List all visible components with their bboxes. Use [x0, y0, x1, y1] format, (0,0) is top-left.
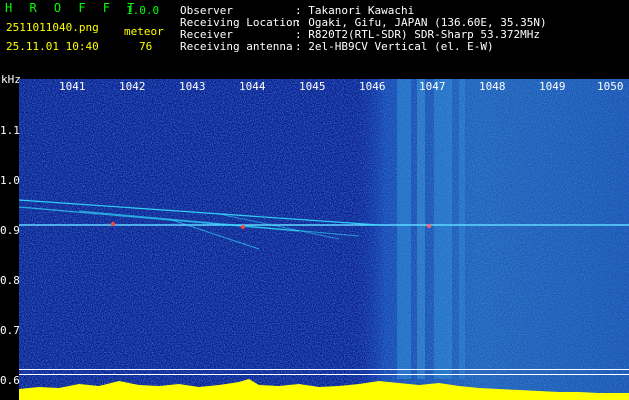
bright-column: [459, 79, 465, 379]
meteor-count: 76: [139, 40, 153, 53]
y-tick-1-1: 1.1: [0, 124, 20, 137]
x-tick-1044: 1044: [239, 80, 266, 93]
y-tick-1-0: 1.0: [0, 174, 20, 187]
x-tick-1049: 1049: [539, 80, 566, 93]
x-tick-1047: 1047: [419, 80, 446, 93]
x-tick-1050: 1050: [597, 80, 624, 93]
filename: 2511011040.png: [6, 21, 99, 34]
y-tick-0-8: 0.8: [0, 274, 20, 287]
app-title: H R O F F T: [5, 1, 140, 15]
app-version: 1.0.0: [126, 4, 160, 17]
antenna-label: Receiving antenna: [180, 40, 293, 53]
antenna-value: : 2el-HB9CV Vertical (el. E-W): [295, 40, 494, 53]
meteor-hotspot: [241, 225, 245, 229]
y-tick-0-7: 0.7: [0, 324, 20, 337]
bright-column: [434, 79, 452, 379]
level-divider: [19, 374, 629, 375]
x-tick-1043: 1043: [179, 80, 206, 93]
noise-band: [19, 79, 629, 400]
y-tick-0-6: 0.6: [0, 374, 20, 387]
x-tick-1046: 1046: [359, 80, 386, 93]
x-tick-1042: 1042: [119, 80, 146, 93]
bright-column: [397, 79, 411, 379]
bright-column: [417, 79, 425, 379]
x-tick-1045: 1045: [299, 80, 326, 93]
datetime: 25.11.01 10:40: [6, 40, 99, 53]
meteor-label: meteor: [124, 25, 164, 38]
spectrogram: [19, 79, 629, 400]
y-tick-0-9: 0.9: [0, 224, 20, 237]
meteor-hotspot: [427, 224, 431, 228]
level-divider: [19, 369, 629, 370]
x-tick-1041: 1041: [59, 80, 86, 93]
spectrogram-svg: [19, 79, 629, 400]
y-axis-unit: kHz: [1, 73, 21, 86]
x-tick-1048: 1048: [479, 80, 506, 93]
meteor-hotspot: [111, 222, 115, 226]
